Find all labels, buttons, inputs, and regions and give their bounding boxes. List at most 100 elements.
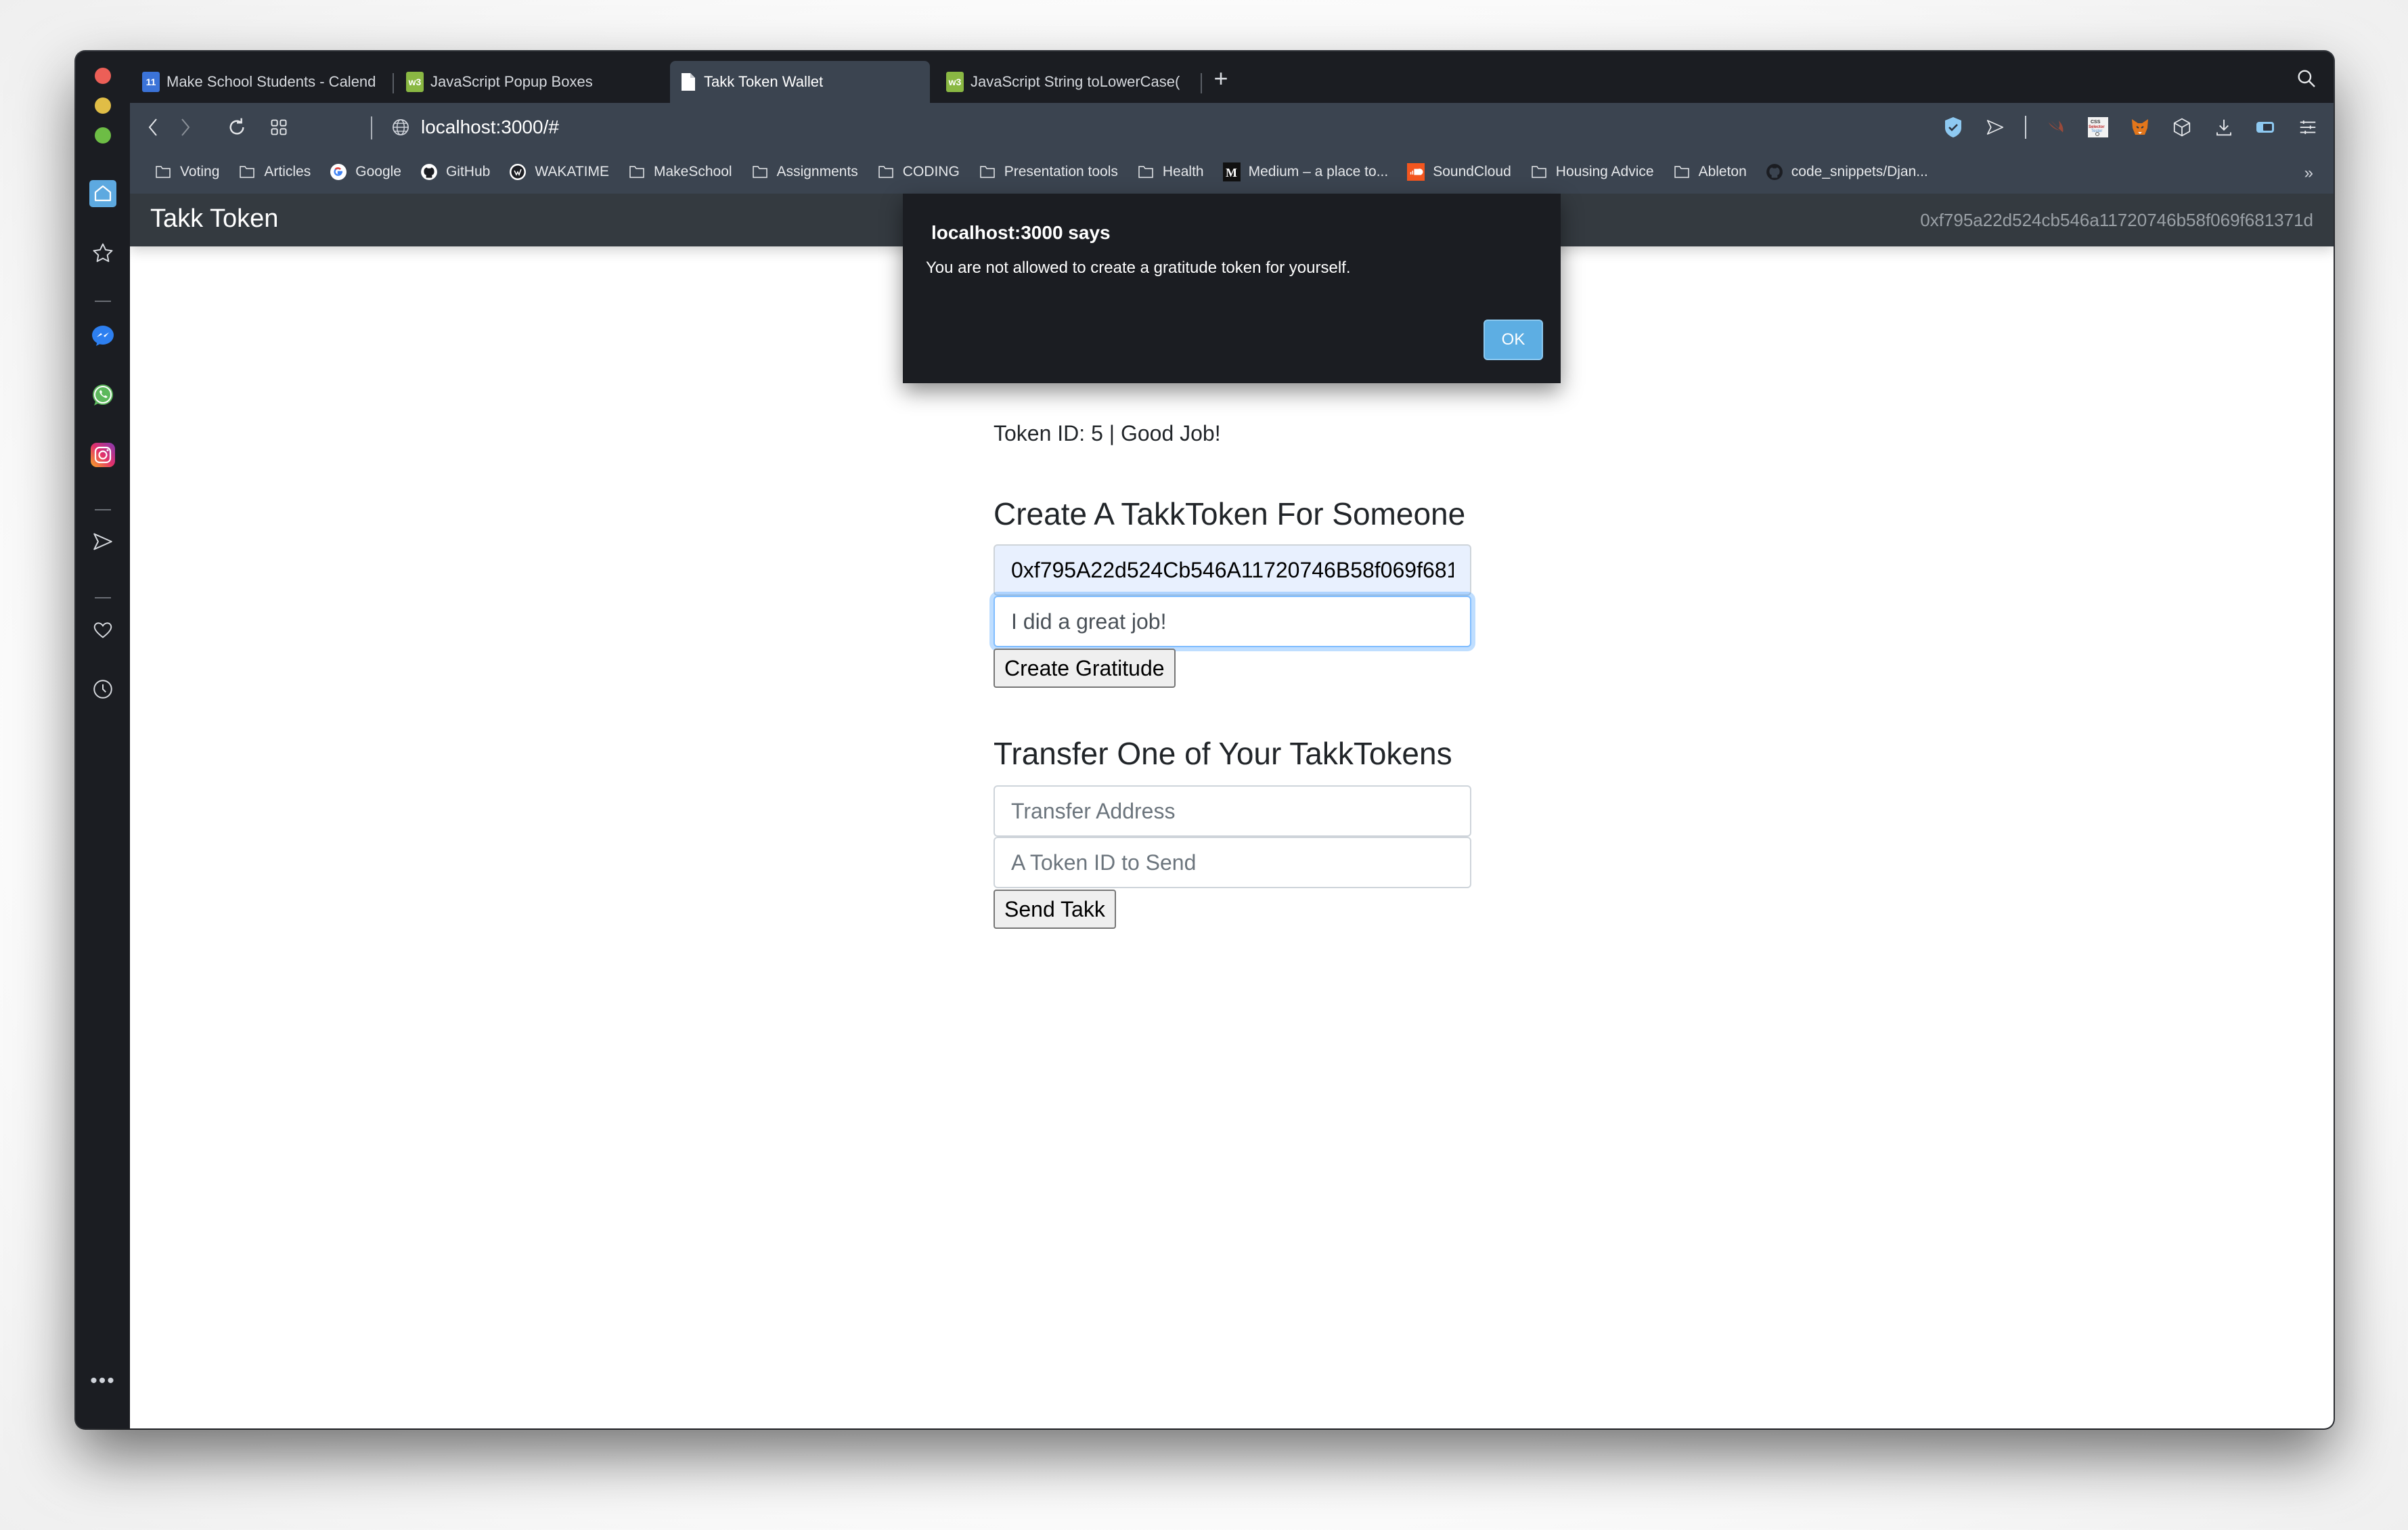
wakatime-icon xyxy=(509,163,527,181)
more-icon[interactable]: ••• xyxy=(88,1371,118,1391)
send-icon[interactable] xyxy=(89,528,116,555)
close-window-button[interactable] xyxy=(95,68,111,84)
bookmark-wakatime[interactable]: WAKATIME xyxy=(509,163,609,181)
transfer-address-input[interactable] xyxy=(994,785,1471,837)
forward-button[interactable] xyxy=(173,114,198,141)
tab-label: JavaScript Popup Boxes xyxy=(430,73,593,90)
alert-message: You are not allowed to create a gratitud… xyxy=(926,259,1351,277)
app-brand[interactable]: Takk Token xyxy=(150,204,278,234)
token-list-item: Token ID: 5 | Good Job! xyxy=(994,421,1221,445)
shield-icon[interactable] xyxy=(1941,115,1965,139)
instagram-icon[interactable] xyxy=(89,441,116,468)
download-icon[interactable] xyxy=(2212,115,2236,139)
folder-icon xyxy=(1137,163,1155,181)
github-icon xyxy=(1766,163,1783,181)
home-icon[interactable] xyxy=(89,180,116,207)
clock-icon[interactable] xyxy=(89,676,116,703)
toolbar-divider xyxy=(2025,116,2026,139)
search-tabs-icon[interactable] xyxy=(2296,68,2317,89)
tab-label: JavaScript String toLowerCase( xyxy=(971,73,1180,90)
tab-divider xyxy=(393,73,394,93)
whatsapp-icon[interactable] xyxy=(89,382,116,409)
browser-toolbar: localhost:3000/# CSS Selector Tester Vot… xyxy=(130,103,2334,194)
tab-label: Takk Token Wallet xyxy=(704,73,824,90)
folder-icon xyxy=(154,163,172,181)
token-id-input[interactable] xyxy=(994,837,1471,888)
tab-takk-token-wallet[interactable]: Takk Token Wallet xyxy=(670,61,930,103)
bookmark-github[interactable]: GitHub xyxy=(420,163,490,181)
folder-icon xyxy=(628,163,646,181)
tab-divider xyxy=(1201,73,1202,93)
settings-sliders-icon[interactable] xyxy=(2296,115,2320,139)
github-icon xyxy=(420,163,438,181)
bookmark-google[interactable]: Google xyxy=(330,163,401,181)
alert-title: localhost:3000 says xyxy=(931,222,1111,243)
create-token-heading: Create A TakkToken For Someone xyxy=(994,496,1466,531)
heart-icon[interactable] xyxy=(89,616,116,643)
tab-label: Make School Students - Calend xyxy=(166,73,376,90)
bookmark-articles[interactable]: Articles xyxy=(238,163,311,181)
toolbar-divider xyxy=(371,116,372,139)
extension-icons: CSS Selector Tester xyxy=(1941,112,2320,142)
metamask-icon[interactable] xyxy=(2128,115,2152,139)
tab-javascript-string-tolowercase[interactable]: w3 JavaScript String toLowerCase( xyxy=(937,61,1197,103)
bookmark-ableton[interactable]: Ableton xyxy=(1673,163,1747,181)
bookmark-voting[interactable]: Voting xyxy=(154,163,219,181)
bookmark-presentation-tools[interactable]: Presentation tools xyxy=(979,163,1118,181)
tab-grid-button[interactable] xyxy=(267,114,291,141)
transfer-token-heading: Transfer One of Your TakkTokens xyxy=(994,736,1452,771)
bookmarks-bar: Voting Articles Google GitHub WAKATIME M… xyxy=(154,157,2320,187)
alert-ok-button[interactable]: OK xyxy=(1484,320,1543,360)
soundcloud-icon xyxy=(1407,163,1425,181)
css-selector-tester-icon[interactable]: CSS Selector Tester xyxy=(2086,115,2110,139)
recipient-address-input[interactable] xyxy=(994,544,1471,596)
bookmark-health[interactable]: Health xyxy=(1137,163,1204,181)
send-takk-button[interactable]: Send Takk xyxy=(994,890,1116,929)
svg-text:M: M xyxy=(1226,166,1237,179)
maximize-window-button[interactable] xyxy=(95,127,111,144)
bookmarks-overflow-button[interactable]: » xyxy=(2304,164,2313,183)
rail-divider xyxy=(95,597,111,598)
cube-icon[interactable] xyxy=(2170,115,2194,139)
google-icon xyxy=(330,163,347,181)
address-bar[interactable]: localhost:3000/# xyxy=(391,112,559,142)
tab-make-school-calendar[interactable]: 11 Make School Students - Calend xyxy=(133,61,390,103)
bookmark-code-snippets[interactable]: code_snippets/Djan... xyxy=(1766,163,1928,181)
bookmark-coding[interactable]: CODING xyxy=(877,163,960,181)
minimize-window-button[interactable] xyxy=(95,97,111,114)
bookmark-housing-advice[interactable]: Housing Advice xyxy=(1530,163,1654,181)
tab-strip: 11 Make School Students - Calend w3 Java… xyxy=(130,51,2334,103)
reload-button[interactable] xyxy=(225,114,249,141)
w3schools-icon: w3 xyxy=(946,72,964,92)
folder-icon xyxy=(751,163,769,181)
bookmark-makeschool[interactable]: MakeSchool xyxy=(628,163,732,181)
document-icon xyxy=(679,72,697,92)
google-calendar-icon: 11 xyxy=(142,72,160,92)
svg-text:CSS: CSS xyxy=(2091,120,2101,125)
bookmark-soundcloud[interactable]: SoundCloud xyxy=(1407,163,1511,181)
swift-icon[interactable] xyxy=(2044,115,2068,139)
browser-window: ••• 11 Make School Students - Calend w3 … xyxy=(76,51,2334,1428)
rail-divider xyxy=(95,509,111,510)
bookmark-assignments[interactable]: Assignments xyxy=(751,163,858,181)
w3schools-icon: w3 xyxy=(406,72,424,92)
star-icon[interactable] xyxy=(89,240,116,267)
rail-divider xyxy=(95,301,111,302)
back-button[interactable] xyxy=(141,114,165,141)
create-gratitude-button[interactable]: Create Gratitude xyxy=(994,649,1176,688)
alert-dialog: localhost:3000 says You are not allowed … xyxy=(903,194,1561,383)
messenger-icon[interactable] xyxy=(89,322,116,349)
sidebar-rail: ••• xyxy=(76,51,130,1428)
new-tab-button[interactable]: + xyxy=(1207,64,1234,93)
account-address: 0xf795a22d524cb546a11720746b58f069f68137… xyxy=(1920,210,2313,230)
globe-icon xyxy=(391,118,410,137)
gratitude-message-input[interactable] xyxy=(994,596,1471,647)
battery-icon[interactable] xyxy=(2254,115,2278,139)
send-icon[interactable] xyxy=(1983,115,2007,139)
folder-icon xyxy=(238,163,256,181)
folder-icon xyxy=(979,163,996,181)
bookmark-medium[interactable]: M Medium – a place to... xyxy=(1222,162,1388,181)
address-text: localhost:3000/# xyxy=(421,116,559,137)
folder-icon xyxy=(1673,163,1691,181)
tab-javascript-popup-boxes[interactable]: w3 JavaScript Popup Boxes xyxy=(397,61,654,103)
